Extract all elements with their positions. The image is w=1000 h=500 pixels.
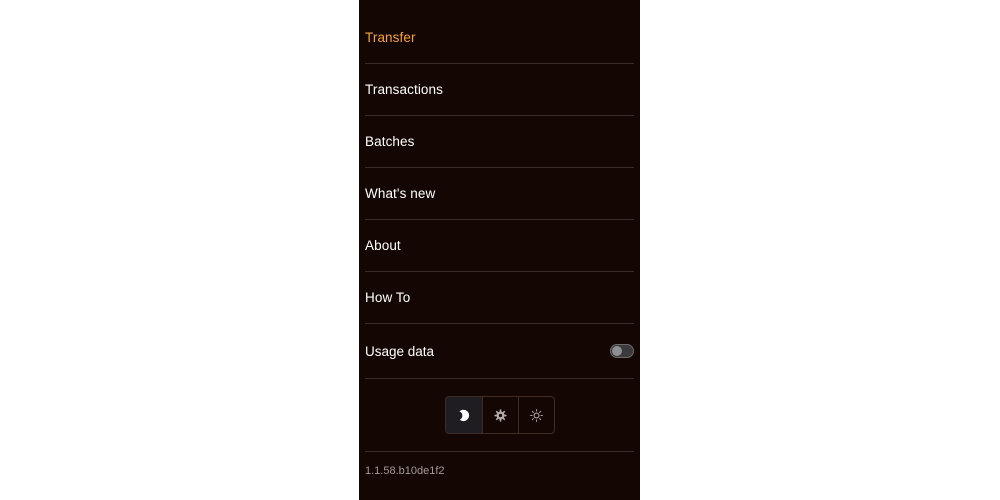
menu-item-about[interactable]: About xyxy=(365,220,634,272)
gear-icon xyxy=(493,408,507,422)
menu-item-label: Batches xyxy=(365,134,415,149)
theme-dark-button[interactable] xyxy=(445,397,482,433)
menu-item-transactions[interactable]: Transactions xyxy=(365,64,634,116)
theme-row xyxy=(365,379,634,452)
app-version: 1.1.58.b10de1f2 xyxy=(365,465,445,477)
menu-item-label: About xyxy=(365,238,401,253)
menu-item-label: What's new xyxy=(365,186,436,201)
menu-item-transfer[interactable]: Transfer xyxy=(365,12,634,64)
theme-light-button[interactable] xyxy=(517,397,554,433)
menu-item-how-to[interactable]: How To xyxy=(365,272,634,324)
usage-data-row: Usage data xyxy=(365,324,634,379)
menu-item-batches[interactable]: Batches xyxy=(365,116,634,168)
menu-item-whats-new[interactable]: What's new xyxy=(365,168,634,220)
toggle-knob xyxy=(612,346,622,356)
nav-menu: Transfer Transactions Batches What's new… xyxy=(365,12,634,490)
usage-data-toggle[interactable] xyxy=(610,344,634,358)
menu-item-label: How To xyxy=(365,290,411,305)
menu-item-label: Transactions xyxy=(365,82,443,97)
moon-icon xyxy=(459,409,470,421)
menu-item-label: Transfer xyxy=(365,30,416,45)
sun-icon xyxy=(529,408,543,422)
theme-switcher xyxy=(444,396,555,434)
navigation-drawer: Transfer Transactions Batches What's new… xyxy=(359,0,640,500)
usage-data-label: Usage data xyxy=(365,343,435,359)
theme-system-button[interactable] xyxy=(481,397,518,433)
